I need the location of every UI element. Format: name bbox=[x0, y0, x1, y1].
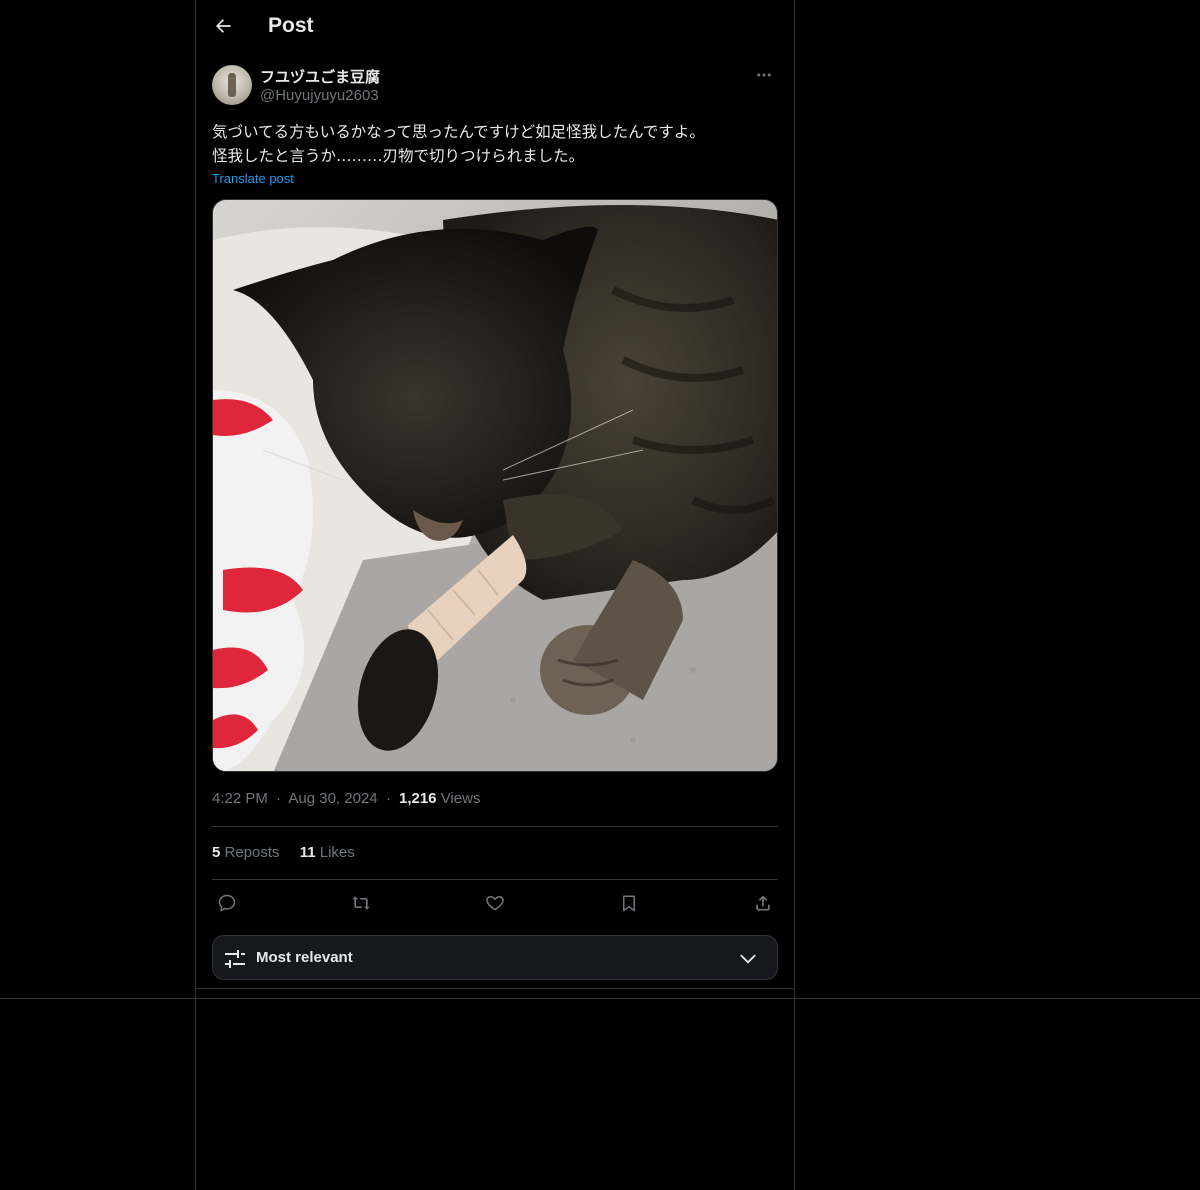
back-button[interactable] bbox=[206, 9, 240, 43]
meta-separator: · bbox=[385, 790, 391, 807]
cat-photo bbox=[213, 200, 777, 771]
more-button[interactable] bbox=[750, 64, 778, 86]
views-label: Views bbox=[440, 790, 481, 807]
author-name[interactable]: フユヅユごま豆腐 bbox=[260, 66, 380, 87]
back-arrow-icon bbox=[216, 19, 231, 33]
post-meta: 4:22 PM · Aug 30, 2024 · 1,216 Views bbox=[212, 790, 480, 807]
post-text-line: 気づいてる方もいるかなって思ったんですけど如足怪我したんですよ。 bbox=[212, 123, 705, 141]
avatar[interactable] bbox=[212, 65, 252, 105]
like-icon bbox=[486, 896, 504, 911]
column-border-left bbox=[195, 0, 196, 1190]
page: Post フユヅユごま豆腐 @Huyujyuyu2603 気づいてる方もいるかな… bbox=[0, 0, 1200, 1190]
bookmark-icon bbox=[623, 895, 635, 912]
divider bbox=[212, 826, 778, 827]
post-stats: 5 Reposts 11 Likes bbox=[212, 844, 371, 861]
bookmark-button[interactable] bbox=[614, 889, 644, 917]
chevron-down-icon bbox=[740, 954, 756, 964]
translate-link[interactable]: Translate post bbox=[212, 171, 294, 186]
post-header: Post bbox=[196, 0, 794, 54]
likes-stat[interactable]: 11 Likes bbox=[300, 844, 355, 861]
more-icon bbox=[757, 73, 771, 77]
reply-icon bbox=[218, 894, 236, 912]
repost-icon bbox=[352, 896, 370, 910]
share-icon bbox=[756, 895, 770, 911]
column-border-right bbox=[794, 0, 795, 1190]
reply-button[interactable] bbox=[212, 889, 242, 917]
divider bbox=[196, 988, 794, 989]
page-title: Post bbox=[268, 14, 314, 37]
author-handle[interactable]: @Huyujyuyu2603 bbox=[260, 87, 379, 104]
post-column: Post フユヅユごま豆腐 @Huyujyuyu2603 気づいてる方もいるかな… bbox=[196, 0, 794, 989]
post-date[interactable]: Aug 30, 2024 bbox=[288, 790, 377, 807]
sliders-icon bbox=[225, 950, 245, 968]
likes-count: 11 bbox=[299, 844, 316, 861]
reposts-count: 5 bbox=[212, 844, 221, 861]
meta-separator: · bbox=[276, 790, 282, 807]
share-button[interactable] bbox=[748, 889, 778, 917]
post-image[interactable] bbox=[212, 199, 778, 772]
section-divider bbox=[0, 998, 1200, 999]
like-button[interactable] bbox=[480, 889, 510, 917]
action-bar bbox=[212, 889, 778, 917]
views-count: 1,216 bbox=[398, 790, 437, 807]
repost-button[interactable] bbox=[346, 889, 376, 917]
post-author: フユヅユごま豆腐 @Huyujyuyu2603 bbox=[212, 64, 778, 108]
sort-dropdown[interactable]: Most relevant bbox=[212, 935, 778, 980]
reposts-label: Reposts bbox=[224, 844, 280, 861]
divider bbox=[212, 879, 778, 880]
sort-label: Most relevant bbox=[256, 949, 353, 966]
post-time[interactable]: 4:22 PM bbox=[212, 790, 268, 807]
reposts-stat[interactable]: 5 Reposts bbox=[212, 844, 284, 861]
likes-label: Likes bbox=[319, 844, 355, 861]
post-text-line: 怪我したと言うか………刃物で切りつけられました。 bbox=[212, 147, 585, 165]
post-text: 気づいてる方もいるかなって思ったんですけど如足怪我したんですよ。 怪我したと言う… bbox=[212, 120, 778, 168]
